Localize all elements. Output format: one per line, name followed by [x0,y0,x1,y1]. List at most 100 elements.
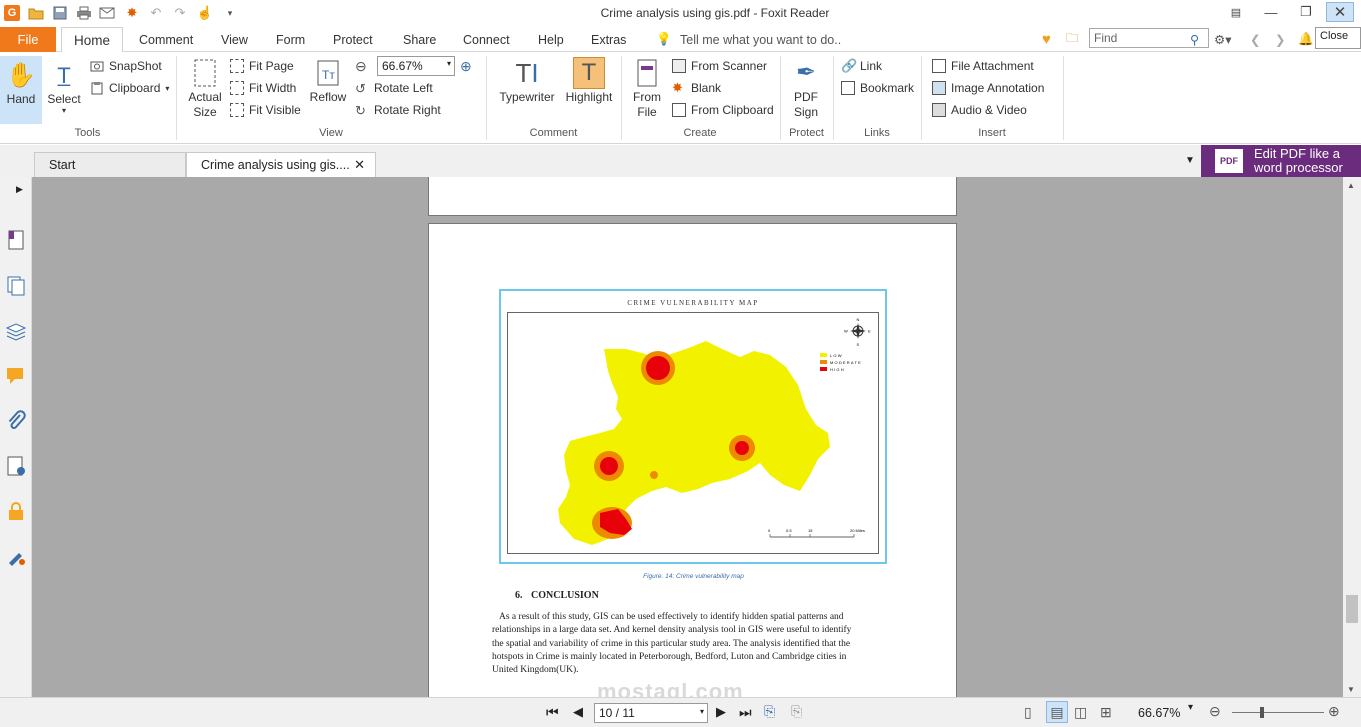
zoom-menu-chevron-icon[interactable]: ▾ [1188,702,1193,713]
previous-page-icon[interactable]: ◀ [573,704,583,720]
rotate-left-button[interactable]: ↺ Rotate Left [355,79,433,97]
document-viewport[interactable]: CRIME VULNERABILITY MAP LOW MODERATE HIG… [32,177,1343,697]
from-clipboard-button[interactable]: From Clipboard [672,101,774,119]
ribbon-display-icon[interactable]: ▤ [1222,2,1250,22]
body-line: the spatial and variability of crime in … [492,638,851,649]
typewriter-button[interactable]: TI Typewriter [494,56,560,124]
scale-bar: 0 0.5 15 20 Miles [768,528,865,538]
tab-connect[interactable]: Connect [463,27,510,52]
group-label-insert: Insert [978,127,1006,139]
previous-view-icon[interactable]: ⎘ [764,703,775,720]
first-page-icon[interactable]: ⏮ [546,704,559,721]
zoom-slider-thumb[interactable] [1260,707,1264,718]
restore-button[interactable]: ❐ [1292,2,1320,22]
image-annotation-button[interactable]: Image Annotation [932,79,1044,97]
last-page-icon[interactable]: ⏭ [739,704,752,721]
tab-form[interactable]: Form [276,27,305,52]
continuous-page-icon[interactable]: ▤ [1046,701,1068,723]
pdf-sign-button[interactable]: ✒ PDF Sign [784,56,828,124]
comments-icon[interactable] [5,365,27,387]
tab-list-chevron-icon[interactable]: ▼ [1185,155,1195,166]
from-scanner-button[interactable]: From Scanner [672,57,767,75]
highlight-button[interactable]: T Highlight [563,56,615,124]
vertical-scrollbar[interactable]: ▲ ▼ [1343,177,1361,697]
single-page-icon[interactable]: ▯ [1024,704,1032,721]
heart-icon[interactable]: ♥ [1042,27,1051,52]
next-view-icon[interactable]: ⎘ [791,703,802,720]
file-attachment-button[interactable]: File Attachment [932,57,1034,75]
zoom-select[interactable]: 66.67% ▾ [377,56,455,76]
scroll-down-icon[interactable]: ▼ [1347,685,1355,694]
digital-signature-tools-icon[interactable] [5,545,27,567]
zoom-out-icon[interactable]: ⊖ [355,57,367,75]
signature-panel-icon[interactable] [5,455,27,477]
map-frame: LOW MODERATE HIGH N S E W 0 0.5 15 20 Mi… [507,312,879,554]
scroll-up-icon[interactable]: ▲ [1347,181,1355,190]
pen-sign-icon: ✒ [795,59,817,86]
zoom-in-status-icon[interactable]: ⊕ [1328,703,1340,720]
expand-panel-icon[interactable]: ▶ [16,184,23,195]
tab-comment[interactable]: Comment [139,27,193,52]
facing-page-icon[interactable]: ◫ [1074,704,1087,721]
hotspot-peterborough-high [646,356,670,380]
page-number-input[interactable]: 10 / 11 ▾ [594,703,708,723]
minimize-button[interactable]: — [1257,2,1285,22]
layers-icon[interactable] [5,320,27,342]
from-file-button[interactable]: From File [627,56,667,124]
tab-help[interactable]: Help [538,27,564,52]
zoom-level: 66.67% [1138,706,1181,720]
fit-width-button[interactable]: Fit Width [230,79,296,97]
next-page-icon[interactable]: ▶ [716,704,726,720]
rotate-right-button[interactable]: ↻ Rotate Right [355,101,441,119]
previous-result-icon[interactable]: ❮ [1250,27,1260,52]
attachments-paperclip-icon[interactable] [5,410,27,432]
reflow-button[interactable]: Tт Reflow [306,56,350,124]
hotspot-cambridge-high [735,441,749,455]
bookmark-icon [841,81,855,95]
tab-protect[interactable]: Protect [333,27,373,52]
gear-icon[interactable]: ⚙▾ [1214,27,1231,52]
edit-pdf-promo-button[interactable]: PDF Edit PDF like a word processor [1201,145,1361,177]
layers-pages-icon[interactable] [5,275,27,297]
zoom-slider-track[interactable] [1232,712,1324,713]
hand-button[interactable]: ✋ Hand [0,56,42,124]
file-menu[interactable]: File [0,27,56,52]
section-heading-number: 6. [515,590,523,601]
link-button[interactable]: 🔗 Link [841,57,882,75]
tab-start[interactable]: Start [34,152,186,177]
tab-home[interactable]: Home [61,27,124,53]
fit-width-icon [230,81,244,95]
chevron-down-icon: ▾ [446,59,451,68]
fit-page-button[interactable]: Fit Page [230,57,294,75]
close-tab-icon[interactable]: ✕ [354,157,365,173]
body-line: hotspots in Crime is mainly located in P… [492,651,847,662]
tell-me-search[interactable]: Tell me what you want to do.. [680,27,841,52]
page-thumbnails-icon[interactable] [5,229,27,251]
zoom-in-icon[interactable]: ⊕ [460,57,472,75]
continuous-facing-icon[interactable]: ⊞ [1100,704,1112,721]
close-button[interactable]: ✕ [1326,2,1354,22]
tab-current-document[interactable]: Crime analysis using gis.... ✕ [186,152,376,177]
legend-label-moderate: MODERATE [830,360,862,365]
scroll-thumb[interactable] [1346,595,1358,623]
tab-share[interactable]: Share [403,27,436,52]
tab-view[interactable]: View [221,27,248,52]
rotate-right-icon: ↻ [355,103,366,118]
next-result-icon[interactable]: ❯ [1275,27,1285,52]
legend-swatch-low [820,353,827,357]
folder-search-icon[interactable]: 🗀 [1066,27,1079,52]
fit-visible-button[interactable]: Fit Visible [230,101,301,119]
search-icon[interactable]: ⚲ [1190,27,1199,52]
zoom-out-status-icon[interactable]: ⊖ [1209,703,1221,720]
bookmark-button[interactable]: Bookmark [841,79,914,97]
audio-video-button[interactable]: Audio & Video [932,101,1027,119]
snapshot-button[interactable]: SnapShot [90,57,162,75]
clipboard-button[interactable]: Clipboard ▾ [90,79,169,97]
notification-bell-icon[interactable]: 🔔 [1298,27,1314,52]
security-lock-icon[interactable] [5,500,27,522]
select-button[interactable]: T̲ Select ▾ [44,56,84,124]
actual-size-button[interactable]: Actual Size [183,56,227,124]
blank-button[interactable]: ✸ Blank [672,79,721,97]
compass-e: E [868,329,871,334]
tab-extras[interactable]: Extras [591,27,626,52]
